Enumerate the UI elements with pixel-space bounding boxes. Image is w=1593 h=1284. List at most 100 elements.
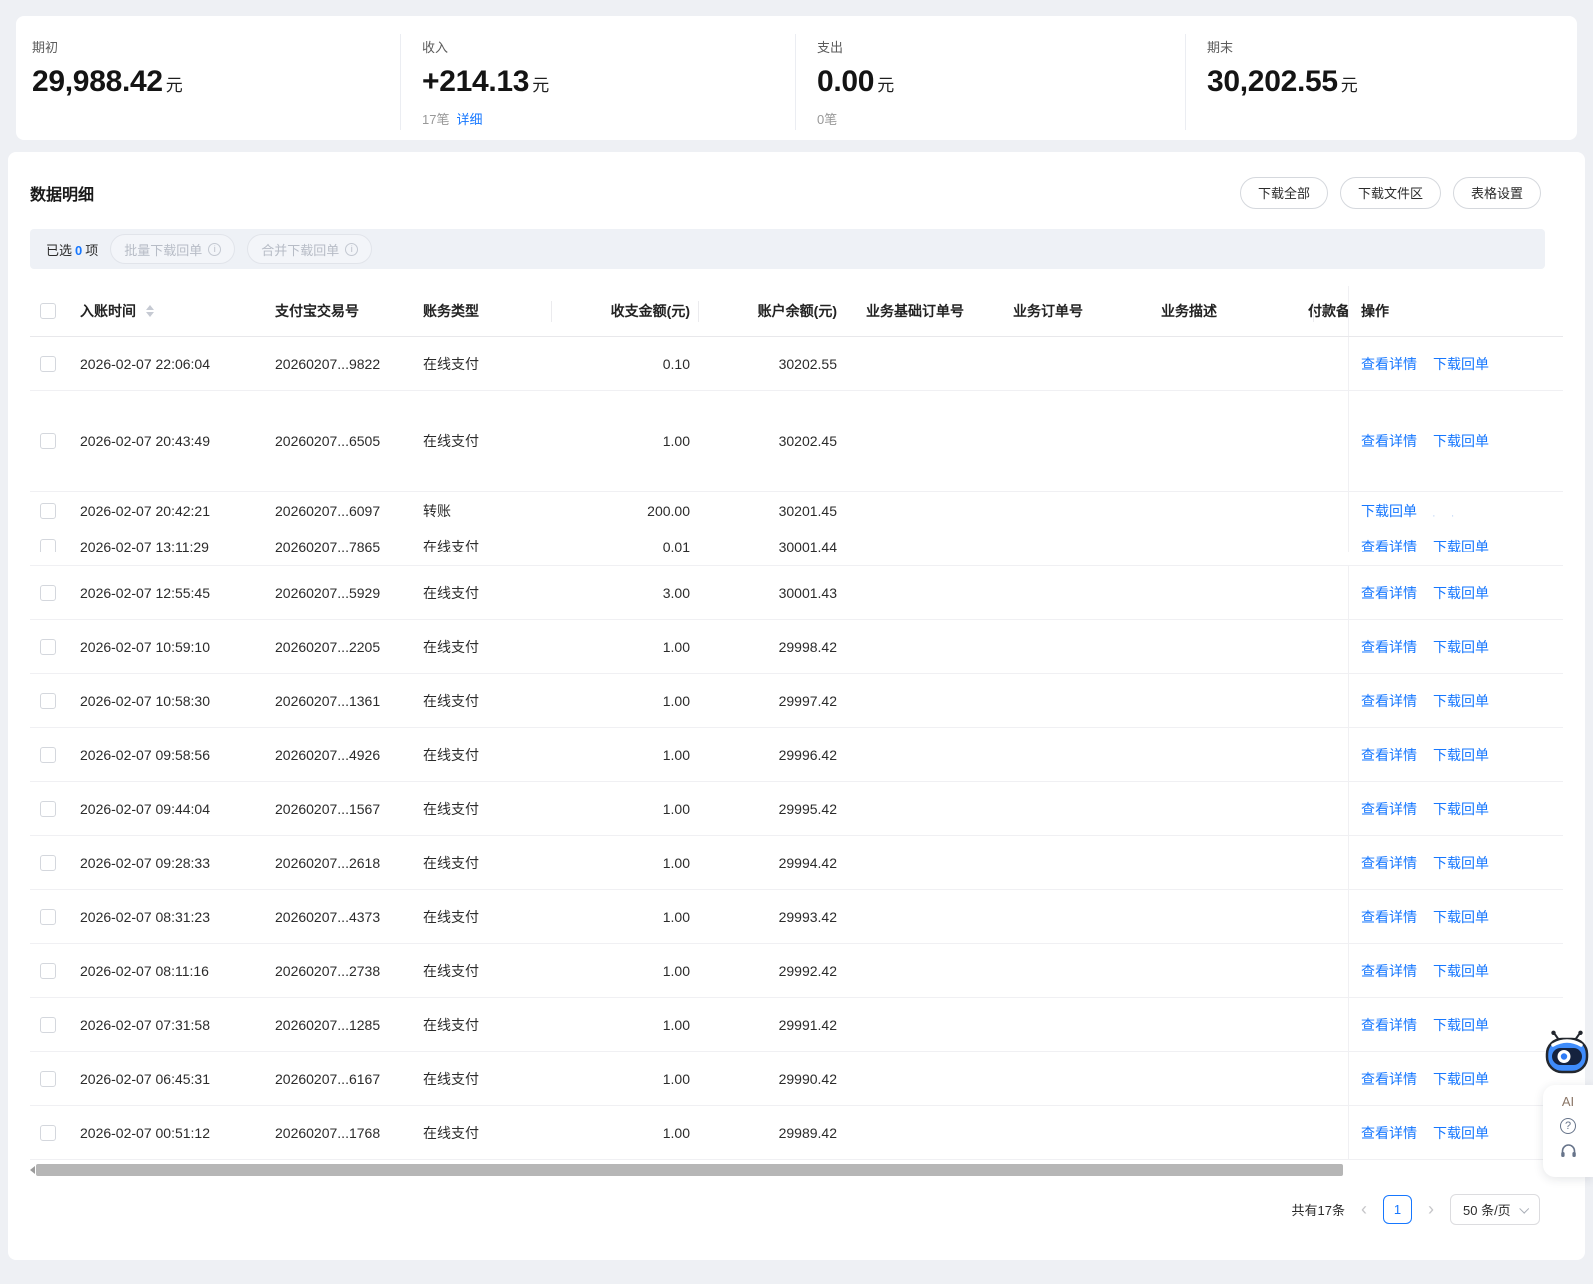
row-checkbox[interactable] bbox=[40, 962, 56, 979]
download-receipt-link[interactable]: 下载回单 bbox=[1433, 691, 1489, 711]
download-receipt-link[interactable]: 下载回单 bbox=[1433, 1015, 1489, 1035]
cell-actions: 查看详情 下载回单 bbox=[1348, 998, 1563, 1051]
view-detail-link[interactable]: 查看详情 bbox=[1361, 431, 1417, 451]
sort-icon[interactable] bbox=[146, 305, 154, 317]
table-row: 2026-02-07 10:59:10 20260207...2205 在线支付… bbox=[30, 620, 1563, 674]
table-settings-button[interactable]: 表格设置 bbox=[1452, 176, 1541, 209]
row-checkbox[interactable] bbox=[40, 1124, 56, 1141]
batch-download-button[interactable]: 批量下载回单 bbox=[110, 234, 236, 264]
cell-balance: 29994.42 bbox=[778, 854, 837, 871]
info-icon[interactable] bbox=[208, 242, 222, 256]
row-content: 2026-02-07 08:11:16 20260207...2738 在线支付… bbox=[30, 944, 1563, 997]
cell-time: 2026-02-07 09:44:04 bbox=[80, 800, 210, 817]
merge-download-button[interactable]: 合并下载回单 bbox=[247, 234, 373, 264]
view-detail-link[interactable]: 查看详情 bbox=[1361, 907, 1417, 927]
scrollbar-thumb[interactable] bbox=[36, 1164, 1343, 1176]
download-receipt-link[interactable]: 下载回单 bbox=[1433, 1069, 1489, 1089]
prev-page-icon[interactable]: ‹ bbox=[1359, 1200, 1369, 1218]
help-icon[interactable] bbox=[1560, 1118, 1576, 1134]
cell-type: 在线支付 bbox=[423, 584, 479, 601]
view-detail-link[interactable]: 查看详情 bbox=[1361, 1123, 1417, 1143]
download-filezone-button[interactable]: 下载文件区 bbox=[1339, 176, 1441, 209]
download-receipt-link[interactable]: 下载回单 bbox=[1433, 583, 1489, 603]
view-detail-link[interactable]: 查看详情 bbox=[1361, 961, 1417, 981]
col-type: 账务类型 bbox=[423, 303, 479, 319]
row-checkbox-cell bbox=[40, 728, 62, 781]
cell-time: 2026-02-07 22:06:04 bbox=[80, 355, 210, 372]
robot-avatar-icon[interactable] bbox=[1543, 1030, 1591, 1081]
view-detail-link[interactable]: 查看详情 bbox=[1361, 745, 1417, 765]
row-checkbox[interactable] bbox=[40, 433, 56, 449]
horizontal-scrollbar bbox=[30, 1163, 1563, 1177]
transactions-table: 入账时间 支付宝交易号 账务类型 收支金额(元) 账户余额(元) 业务基础订单号… bbox=[30, 286, 1563, 1160]
next-page-icon[interactable]: › bbox=[1426, 1200, 1436, 1218]
cell-amount: 1.00 bbox=[662, 692, 690, 709]
col-txid: 支付宝交易号 bbox=[275, 303, 359, 319]
row-checkbox[interactable] bbox=[40, 638, 56, 655]
download-receipt-link[interactable]: 下载回单 bbox=[1433, 637, 1489, 657]
cell-type: 在线支付 bbox=[423, 908, 479, 925]
cell-type: 在线支付 bbox=[423, 1016, 479, 1033]
headset-icon[interactable] bbox=[1560, 1143, 1577, 1164]
view-detail-link[interactable]: 查看详情 bbox=[1361, 354, 1417, 374]
scroll-left-icon[interactable] bbox=[30, 1166, 35, 1174]
cell-txid: 20260207...4926 bbox=[275, 746, 381, 763]
row-content: 2026-02-07 20:42:21 20260207...6097 转账 2… bbox=[30, 492, 1563, 529]
stat-value: 0.00 元 bbox=[817, 65, 1185, 103]
col-balance: 账户余额(元) bbox=[757, 303, 837, 319]
row-checkbox[interactable] bbox=[40, 800, 56, 817]
cell-time: 2026-02-07 09:58:56 bbox=[80, 746, 210, 763]
row-checkbox[interactable] bbox=[40, 908, 56, 925]
page-size-select[interactable]: 50 条/页 bbox=[1450, 1193, 1540, 1225]
row-checkbox[interactable] bbox=[40, 355, 56, 372]
download-receipt-link[interactable]: 下载回单 bbox=[1433, 907, 1489, 927]
view-detail-link[interactable]: 查看详情 bbox=[1361, 537, 1417, 552]
page-number[interactable]: 1 bbox=[1383, 1194, 1412, 1224]
row-checkbox[interactable] bbox=[40, 1016, 56, 1033]
view-detail-link[interactable]: 查看详情 bbox=[1361, 1015, 1417, 1035]
row-checkbox[interactable] bbox=[40, 502, 56, 519]
row-checkbox[interactable] bbox=[40, 746, 56, 763]
row-checkbox[interactable] bbox=[40, 539, 56, 553]
download-receipt-link[interactable]: 下载回单 bbox=[1433, 354, 1489, 374]
row-checkbox[interactable] bbox=[40, 854, 56, 871]
download-receipt-link[interactable]: 下载回单 bbox=[1433, 853, 1489, 873]
view-detail-link[interactable]: 查看详情 bbox=[1361, 691, 1417, 711]
view-detail-link[interactable]: 查看详情 bbox=[1361, 583, 1417, 603]
cell-type: 在线支付 bbox=[423, 638, 479, 655]
header-divider bbox=[698, 301, 699, 322]
download-receipt-link[interactable]: 下载回单 bbox=[1433, 1123, 1489, 1143]
download-receipt-link[interactable]: 下载回单 bbox=[1433, 961, 1489, 981]
cell-actions: 查看详情 下载回单 bbox=[1348, 391, 1563, 491]
table-row: 2026-02-07 07:31:58 20260207...1285 在线支付… bbox=[30, 998, 1563, 1052]
table-row: 2026-02-07 08:31:23 20260207...4373 在线支付… bbox=[30, 890, 1563, 944]
row-checkbox[interactable] bbox=[40, 1070, 56, 1087]
row-checkbox[interactable] bbox=[40, 692, 56, 709]
income-detail-link[interactable]: 详细 bbox=[456, 112, 482, 127]
download-receipt-link[interactable]: 下载回单 bbox=[1433, 745, 1489, 765]
view-detail-link[interactable]: 查看详情 bbox=[1361, 799, 1417, 819]
cell-type: 在线支付 bbox=[423, 1124, 479, 1141]
assistant-label[interactable]: AI bbox=[1562, 1094, 1574, 1109]
download-receipt-link[interactable]: 下载回单 bbox=[1433, 537, 1489, 552]
view-detail-link[interactable]: 查看详情 bbox=[1361, 637, 1417, 657]
download-all-button[interactable]: 下载全部 bbox=[1239, 176, 1328, 209]
table-row: 2026-02-07 09:28:33 20260207...2618 在线支付… bbox=[30, 836, 1563, 890]
stat-label: 收入 bbox=[422, 40, 449, 55]
row-checkbox[interactable] bbox=[40, 584, 56, 601]
select-all-checkbox[interactable] bbox=[40, 303, 56, 319]
download-receipt-link[interactable]: 下载回单 bbox=[1433, 799, 1489, 819]
cell-actions: 查看详情 下载回单 bbox=[1348, 1052, 1563, 1105]
row-content: 2026-02-07 08:31:23 20260207...4373 在线支付… bbox=[30, 890, 1563, 943]
table-row: 2026-02-07 00:51:12 20260207...1768 在线支付… bbox=[30, 1106, 1563, 1160]
cell-actions: 查看详情 下载回单 bbox=[1348, 944, 1563, 997]
row-checkbox-cell bbox=[40, 391, 62, 491]
download-receipt-link[interactable]: 下载回单 bbox=[1433, 431, 1489, 451]
info-icon[interactable] bbox=[345, 242, 359, 256]
view-detail-link[interactable]: 下载回单 bbox=[1361, 501, 1417, 521]
stat-unit: 元 bbox=[877, 76, 894, 95]
cell-amount: 1.00 bbox=[662, 433, 690, 449]
view-detail-link[interactable]: 查看详情 bbox=[1361, 1069, 1417, 1089]
cell-txid: 20260207...2205 bbox=[275, 638, 381, 655]
view-detail-link[interactable]: 查看详情 bbox=[1361, 853, 1417, 873]
